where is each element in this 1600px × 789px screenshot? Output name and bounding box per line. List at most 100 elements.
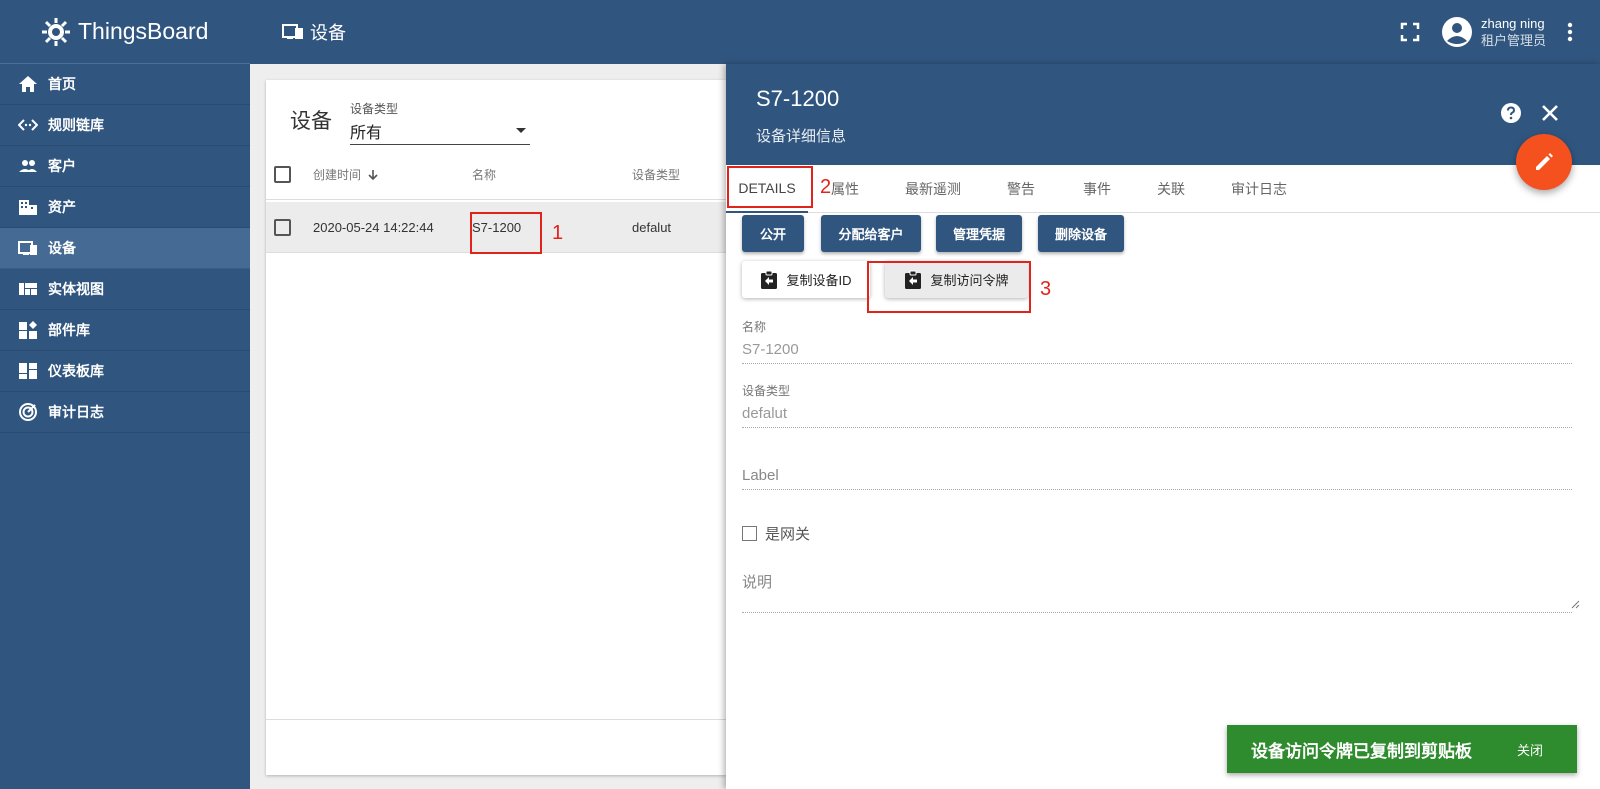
sidebar-item-assets[interactable]: 资产 — [0, 187, 250, 228]
tab-events[interactable]: 事件 — [1072, 165, 1122, 213]
sidebar-item-label: 实体视图 — [48, 281, 104, 297]
description-field-placeholder: 说明 — [742, 574, 773, 591]
annotation-box-2 — [727, 166, 813, 208]
gateway-checkbox-box[interactable] — [742, 526, 757, 541]
detail-subtitle: 设备详细信息 — [756, 128, 847, 145]
thingsboard-logo-icon — [42, 17, 70, 46]
detail-tabs: DETAILS 属性 最新遥测 警告 事件 关联 审计日志 — [726, 165, 1600, 213]
arrow-down-icon — [368, 169, 378, 180]
close-icon[interactable] — [1540, 103, 1560, 123]
label-field[interactable]: Label — [742, 467, 1572, 490]
copy-device-id-button[interactable]: 复制设备ID — [742, 261, 870, 298]
column-header-label: 创建时间 — [313, 168, 362, 182]
delete-device-button[interactable]: 删除设备 — [1038, 215, 1124, 252]
annotation-number-2: 2 — [820, 176, 832, 198]
column-header-type[interactable]: 设备类型 — [632, 150, 680, 199]
cell-created: 2020-05-24 14:22:44 — [313, 219, 434, 235]
snackbar-close-button[interactable]: 关闭 — [1517, 740, 1543, 759]
devices-icon — [18, 241, 37, 255]
tab-relations[interactable]: 关联 — [1146, 165, 1196, 213]
device-list-header: 设备 设备类型 所有 — [290, 100, 530, 145]
divider — [742, 363, 1572, 364]
sidebar-item-customers[interactable]: 客户 — [0, 146, 250, 187]
sidebar-item-label: 首页 — [48, 76, 76, 92]
dashboard-icon — [19, 363, 37, 379]
make-public-button[interactable]: 公开 — [742, 215, 804, 252]
sidebar-item-label: 客户 — [48, 158, 76, 174]
gateway-checkbox[interactable]: 是网关 — [742, 523, 810, 544]
sidebar-item-label: 资产 — [48, 199, 76, 215]
label-field-placeholder: Label — [742, 467, 779, 484]
sidebar-item-widgets[interactable]: 部件库 — [0, 310, 250, 351]
detail-title: S7-1200 — [756, 86, 840, 111]
sidebar-item-label: 设备 — [48, 240, 76, 256]
name-field-value: S7-1200 — [742, 341, 799, 358]
description-field[interactable]: 说明 — [742, 571, 1572, 613]
widgets-icon — [19, 321, 37, 339]
device-list-card: 设备 设备类型 所有 创建时间 名称 设备类型 2020-05-24 14:22… — [266, 80, 726, 775]
page-title: 设备 — [282, 19, 346, 45]
user-role: 租户管理员 — [1480, 33, 1546, 48]
detail-header: S7-1200 设备详细信息 — [726, 64, 1600, 165]
sidebar-item-home[interactable]: 首页 — [0, 64, 250, 105]
annotation-number-3: 3 — [1040, 278, 1052, 300]
manage-credentials-button[interactable]: 管理凭据 — [936, 215, 1022, 252]
name-field-label: 名称 — [742, 320, 767, 334]
devices-icon — [282, 24, 303, 39]
device-type-select-label: 设备类型 — [350, 102, 399, 116]
sidebar: ThingsBoard 首页 规则链库 客户 资产 设备 实体视图 部件库 仪表… — [0, 0, 250, 789]
device-list-title: 设备 — [290, 110, 332, 133]
clipboard-arrow-icon — [761, 270, 778, 289]
sidebar-item-label: 规则链库 — [48, 117, 104, 133]
tab-latest-telemetry[interactable]: 最新遥测 — [898, 165, 968, 213]
help-icon[interactable] — [1500, 102, 1522, 124]
snackbar-message: 设备访问令牌已复制到剪贴板 — [1251, 741, 1472, 761]
device-type-select-value: 所有 — [350, 124, 383, 142]
column-header-name[interactable]: 名称 — [472, 150, 496, 199]
annotation-number-1: 1 — [552, 222, 564, 244]
device-type-field-label: 设备类型 — [742, 384, 791, 398]
avatar-icon[interactable] — [1441, 16, 1473, 48]
resize-handle-icon[interactable] — [1570, 599, 1580, 609]
sidebar-item-dashboards[interactable]: 仪表板库 — [0, 351, 250, 392]
dropdown-caret-icon — [516, 128, 526, 133]
device-type-field-value: defalut — [742, 405, 788, 422]
assign-customer-button[interactable]: 分配给客户 — [821, 215, 921, 252]
row-checkbox[interactable] — [274, 219, 291, 236]
page-title-text: 设备 — [310, 23, 346, 43]
divider — [742, 427, 1572, 428]
view-quilt-icon — [19, 283, 37, 295]
track-changes-icon — [19, 403, 37, 421]
top-bar: 设备 zhang ning 租户管理员 — [250, 0, 1600, 64]
device-type-select[interactable]: 设备类型 所有 — [350, 100, 530, 145]
sidebar-item-rule-chains[interactable]: 规则链库 — [0, 105, 250, 146]
divider — [742, 612, 1572, 613]
sidebar-item-label: 部件库 — [48, 322, 90, 338]
table-header: 创建时间 名称 设备类型 — [266, 150, 726, 200]
snackbar: 设备访问令牌已复制到剪贴板 关闭 — [1227, 725, 1577, 773]
column-header-created[interactable]: 创建时间 — [313, 150, 379, 199]
sidebar-item-audit-logs[interactable]: 审计日志 — [0, 392, 250, 433]
device-detail-panel: S7-1200 设备详细信息 DETAILS 属性 最新遥测 警告 事件 关联 … — [726, 64, 1600, 789]
code-arrows-icon — [18, 119, 38, 131]
sidebar-item-devices[interactable]: 设备 — [0, 228, 250, 269]
name-field: 名称 S7-1200 — [742, 318, 1572, 364]
divider — [742, 489, 1572, 490]
sidebar-item-entity-views[interactable]: 实体视图 — [0, 269, 250, 310]
copy-device-id-label: 复制设备ID — [786, 273, 852, 288]
building-icon — [19, 200, 37, 215]
app-name: ThingsBoard — [78, 18, 209, 44]
tab-alarms[interactable]: 警告 — [996, 165, 1046, 213]
logo[interactable]: ThingsBoard — [0, 0, 250, 64]
device-type-select-box[interactable]: 所有 — [350, 117, 530, 145]
annotation-box-1 — [470, 212, 542, 254]
user-name: zhang ning — [1480, 16, 1545, 31]
select-all-checkbox[interactable] — [274, 166, 291, 183]
people-icon — [19, 160, 37, 172]
user-info[interactable]: zhang ning 租户管理员 — [1481, 15, 1546, 49]
table-footer — [266, 719, 726, 720]
device-type-field: 设备类型 defalut — [742, 382, 1572, 428]
more-vert-icon[interactable] — [1560, 20, 1580, 44]
fullscreen-icon[interactable] — [1399, 21, 1421, 43]
tab-audit-logs[interactable]: 审计日志 — [1226, 165, 1292, 213]
